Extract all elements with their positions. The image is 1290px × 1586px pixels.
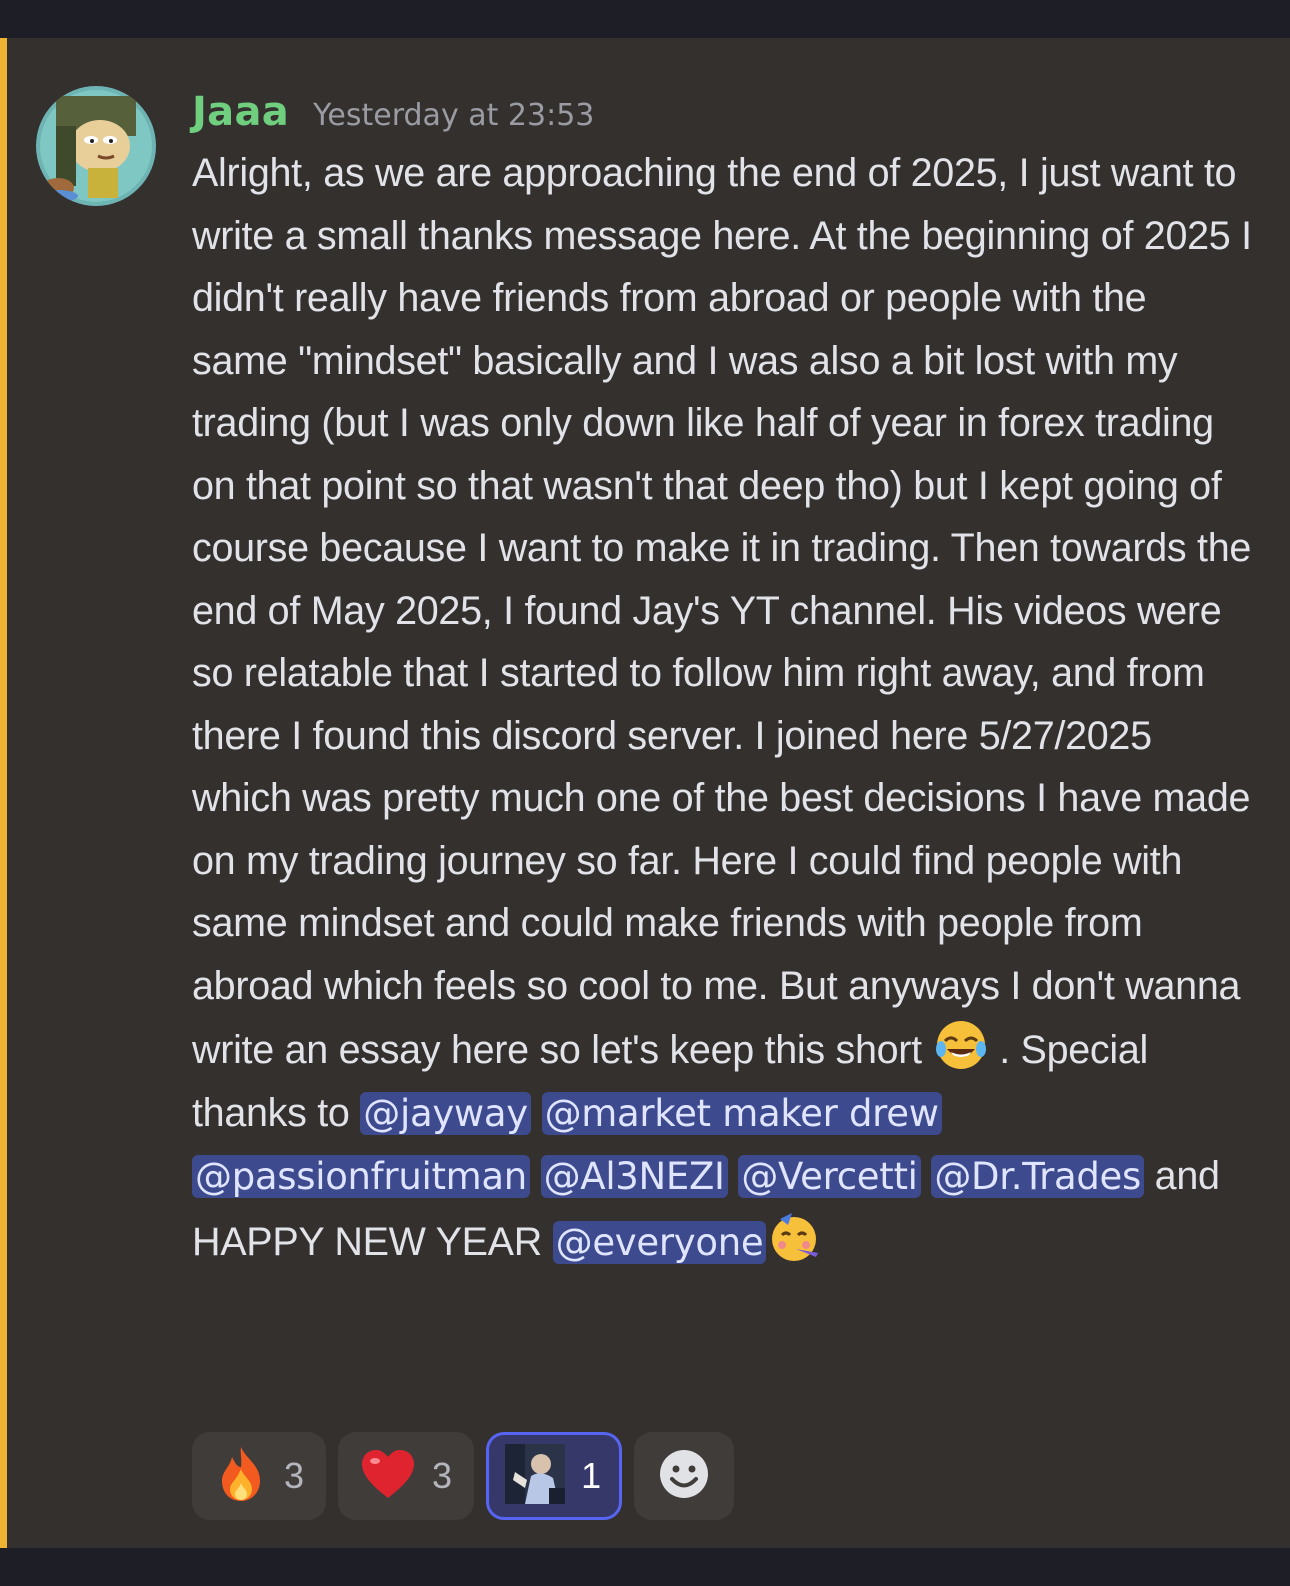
reaction-custom-sticker[interactable]: 1 <box>486 1432 623 1520</box>
message-content: Jaaa Yesterday at 23:53 Alright, as we a… <box>192 78 1252 1274</box>
reaction-count: 3 <box>432 1455 453 1496</box>
mention-jayway[interactable]: @jayway <box>360 1091 531 1135</box>
username[interactable]: Jaaa <box>192 89 289 135</box>
message-header: Jaaa Yesterday at 23:53 <box>192 78 1252 146</box>
custom-sticker-icon <box>505 1444 566 1508</box>
avatar[interactable] <box>36 86 156 206</box>
mention-vercetti[interactable]: @Vercetti <box>738 1155 921 1198</box>
message-container: Jaaa Yesterday at 23:53 Alright, as we a… <box>0 38 1290 1548</box>
mention-everyone[interactable]: @everyone <box>552 1220 767 1264</box>
joy-emoji-icon <box>933 1017 989 1073</box>
heart-icon <box>360 1448 416 1504</box>
mention-highlight-bar <box>0 38 7 1548</box>
message-text: Alright, as we are approaching the end o… <box>192 151 1252 1072</box>
mention-dr-trades[interactable]: @Dr.Trades <box>931 1155 1144 1198</box>
smiley-add-icon <box>658 1448 710 1504</box>
timestamp[interactable]: Yesterday at 23:53 <box>313 98 594 133</box>
mention-al3nezi[interactable]: @Al3NEZI <box>540 1155 728 1198</box>
reaction-heart[interactable]: 3 <box>338 1432 475 1520</box>
reaction-count: 1 <box>581 1455 602 1496</box>
message-body: Alright, as we are approaching the end o… <box>192 142 1252 1274</box>
add-reaction-button[interactable] <box>634 1432 735 1520</box>
reaction-count: 3 <box>284 1455 305 1496</box>
fire-icon <box>214 1445 268 1507</box>
reaction-fire[interactable]: 3 <box>192 1432 327 1520</box>
partying-face-emoji-icon <box>766 1209 822 1265</box>
reactions-bar: 3 3 1 <box>192 1432 735 1520</box>
mention-passionfruitman[interactable]: @passionfruitman <box>192 1155 530 1198</box>
mention-market-maker-drew[interactable]: @market maker drew <box>541 1091 942 1135</box>
